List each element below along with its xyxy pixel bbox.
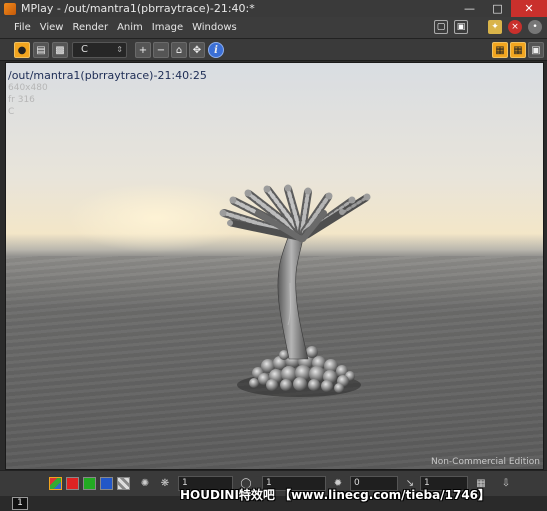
move-icon[interactable]: ✥	[189, 42, 205, 58]
magic-wand-icon[interactable]: ✦	[488, 20, 502, 34]
menu-file[interactable]: File	[14, 22, 31, 33]
options-icon[interactable]: •	[528, 20, 542, 34]
display-mode-button[interactable]: ▩	[52, 42, 68, 58]
alpha-channel-button[interactable]	[117, 477, 130, 490]
single-view-icon[interactable]: ▣	[528, 42, 544, 58]
resolution-label: 640x480	[8, 83, 48, 93]
menu-windows[interactable]: Windows	[192, 22, 237, 33]
site-watermark: HOUDINI特效吧 【www.linecg.com/tieba/1746】	[180, 488, 491, 502]
channel-select-value: C	[81, 44, 88, 55]
zoom-in-icon[interactable]: +	[135, 42, 151, 58]
blue-channel-button[interactable]	[100, 477, 113, 490]
export-icon[interactable]: ⇩	[499, 476, 513, 491]
zoom-out-icon[interactable]: −	[153, 42, 169, 58]
channel-select[interactable]: C ⇕	[72, 42, 127, 58]
minimize-button[interactable]: —	[456, 0, 483, 17]
render-viewport[interactable]: /out/mantra1(pbrraytrace)-21:40:25 640x4…	[5, 62, 544, 470]
menu-image[interactable]: Image	[152, 22, 183, 33]
render-label: /out/mantra1(pbrraytrace)-21:40:25	[8, 69, 207, 82]
maximize-button[interactable]: □	[484, 0, 511, 17]
red-channel-button[interactable]	[66, 477, 79, 490]
close-viewer-icon[interactable]: ×	[508, 20, 522, 34]
rgb-channel-button[interactable]	[49, 477, 62, 490]
fit-window-icon[interactable]: ▣	[454, 20, 468, 34]
frame-info-label: fr 316	[8, 95, 35, 105]
quad-view-icon[interactable]: ▦	[510, 42, 526, 58]
grid-view-icon[interactable]: ▦	[492, 42, 508, 58]
menu-anim[interactable]: Anim	[117, 22, 143, 33]
channel-label: C	[8, 107, 15, 117]
snapshot-button[interactable]: ●	[14, 42, 30, 58]
home-icon[interactable]: ⌂	[171, 42, 187, 58]
window-title: MPlay - /out/mantra1(pbrraytrace)-21:40:…	[21, 2, 255, 15]
menu-view[interactable]: View	[40, 22, 64, 33]
coral-tree-render	[219, 184, 371, 397]
mplay-app-icon	[4, 2, 16, 15]
info-icon[interactable]: i	[208, 42, 224, 58]
render-settings-button[interactable]: ▤	[33, 42, 49, 58]
toolbar: ● ▤ ▩ C ⇕ + − ⌂ ✥ i ▦ ▦ ▣	[0, 39, 547, 61]
chevron-updown-icon: ⇕	[116, 45, 123, 54]
frame-number[interactable]: 1	[12, 497, 28, 510]
menu-right-icons: ▢ ▣ ✦ × •	[428, 20, 542, 36]
green-channel-button[interactable]	[83, 477, 96, 490]
menu-render[interactable]: Render	[72, 22, 108, 33]
close-button[interactable]: ✕	[511, 0, 547, 17]
layout-icon[interactable]: ▢	[434, 20, 448, 34]
title-bar: MPlay - /out/mantra1(pbrraytrace)-21:40:…	[0, 0, 547, 17]
gamma-icon[interactable]: ❋	[158, 476, 172, 491]
exposure-icon[interactable]: ✺	[138, 476, 152, 491]
non-commercial-label: Non-Commercial Edition	[430, 457, 540, 467]
